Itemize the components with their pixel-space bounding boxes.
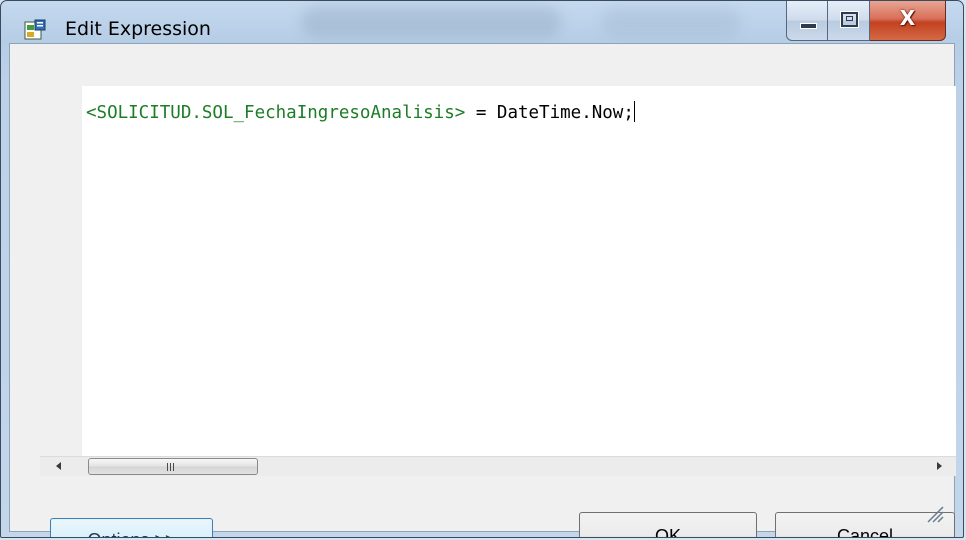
- scroll-right-arrow-icon[interactable]: [934, 461, 944, 471]
- field-token: <SOLICITUD.SOL_FechaIngresoAnalisis>: [86, 103, 466, 123]
- maximize-button[interactable]: [828, 1, 870, 41]
- caption-buttons: X: [786, 1, 946, 43]
- minimize-icon: [800, 23, 817, 29]
- ok-button[interactable]: OK: [579, 512, 757, 537]
- minimize-button[interactable]: [786, 1, 828, 41]
- resize-grip-icon[interactable]: [922, 501, 944, 523]
- maximize-icon: [840, 11, 859, 28]
- close-icon: X: [899, 6, 916, 30]
- text-caret: [633, 101, 635, 122]
- scroll-thumb[interactable]: [88, 458, 258, 475]
- app-expression-icon: [24, 19, 46, 40]
- window-title: Edit Expression: [65, 18, 211, 40]
- expression-editor[interactable]: <SOLICITUD.SOL_FechaIngresoAnalisis> = D…: [40, 86, 956, 456]
- edit-expression-dialog: Edit Expression X <SOLICITUD.SOL_FechaIn…: [0, 0, 964, 538]
- code-line[interactable]: <SOLICITUD.SOL_FechaIngresoAnalisis> = D…: [86, 101, 635, 123]
- scroll-grip-icon: [167, 463, 179, 471]
- dialog-client-area: <SOLICITUD.SOL_FechaIngresoAnalisis> = D…: [9, 43, 956, 537]
- horizontal-scrollbar[interactable]: [40, 456, 956, 476]
- scroll-left-arrow-icon[interactable]: [54, 461, 64, 471]
- editor-gutter: [40, 86, 82, 456]
- title-bar[interactable]: Edit Expression X: [1, 1, 963, 41]
- code-rest: = DateTime.Now;: [465, 103, 634, 123]
- options-button[interactable]: Options >>: [50, 518, 213, 537]
- close-button[interactable]: X: [870, 1, 946, 41]
